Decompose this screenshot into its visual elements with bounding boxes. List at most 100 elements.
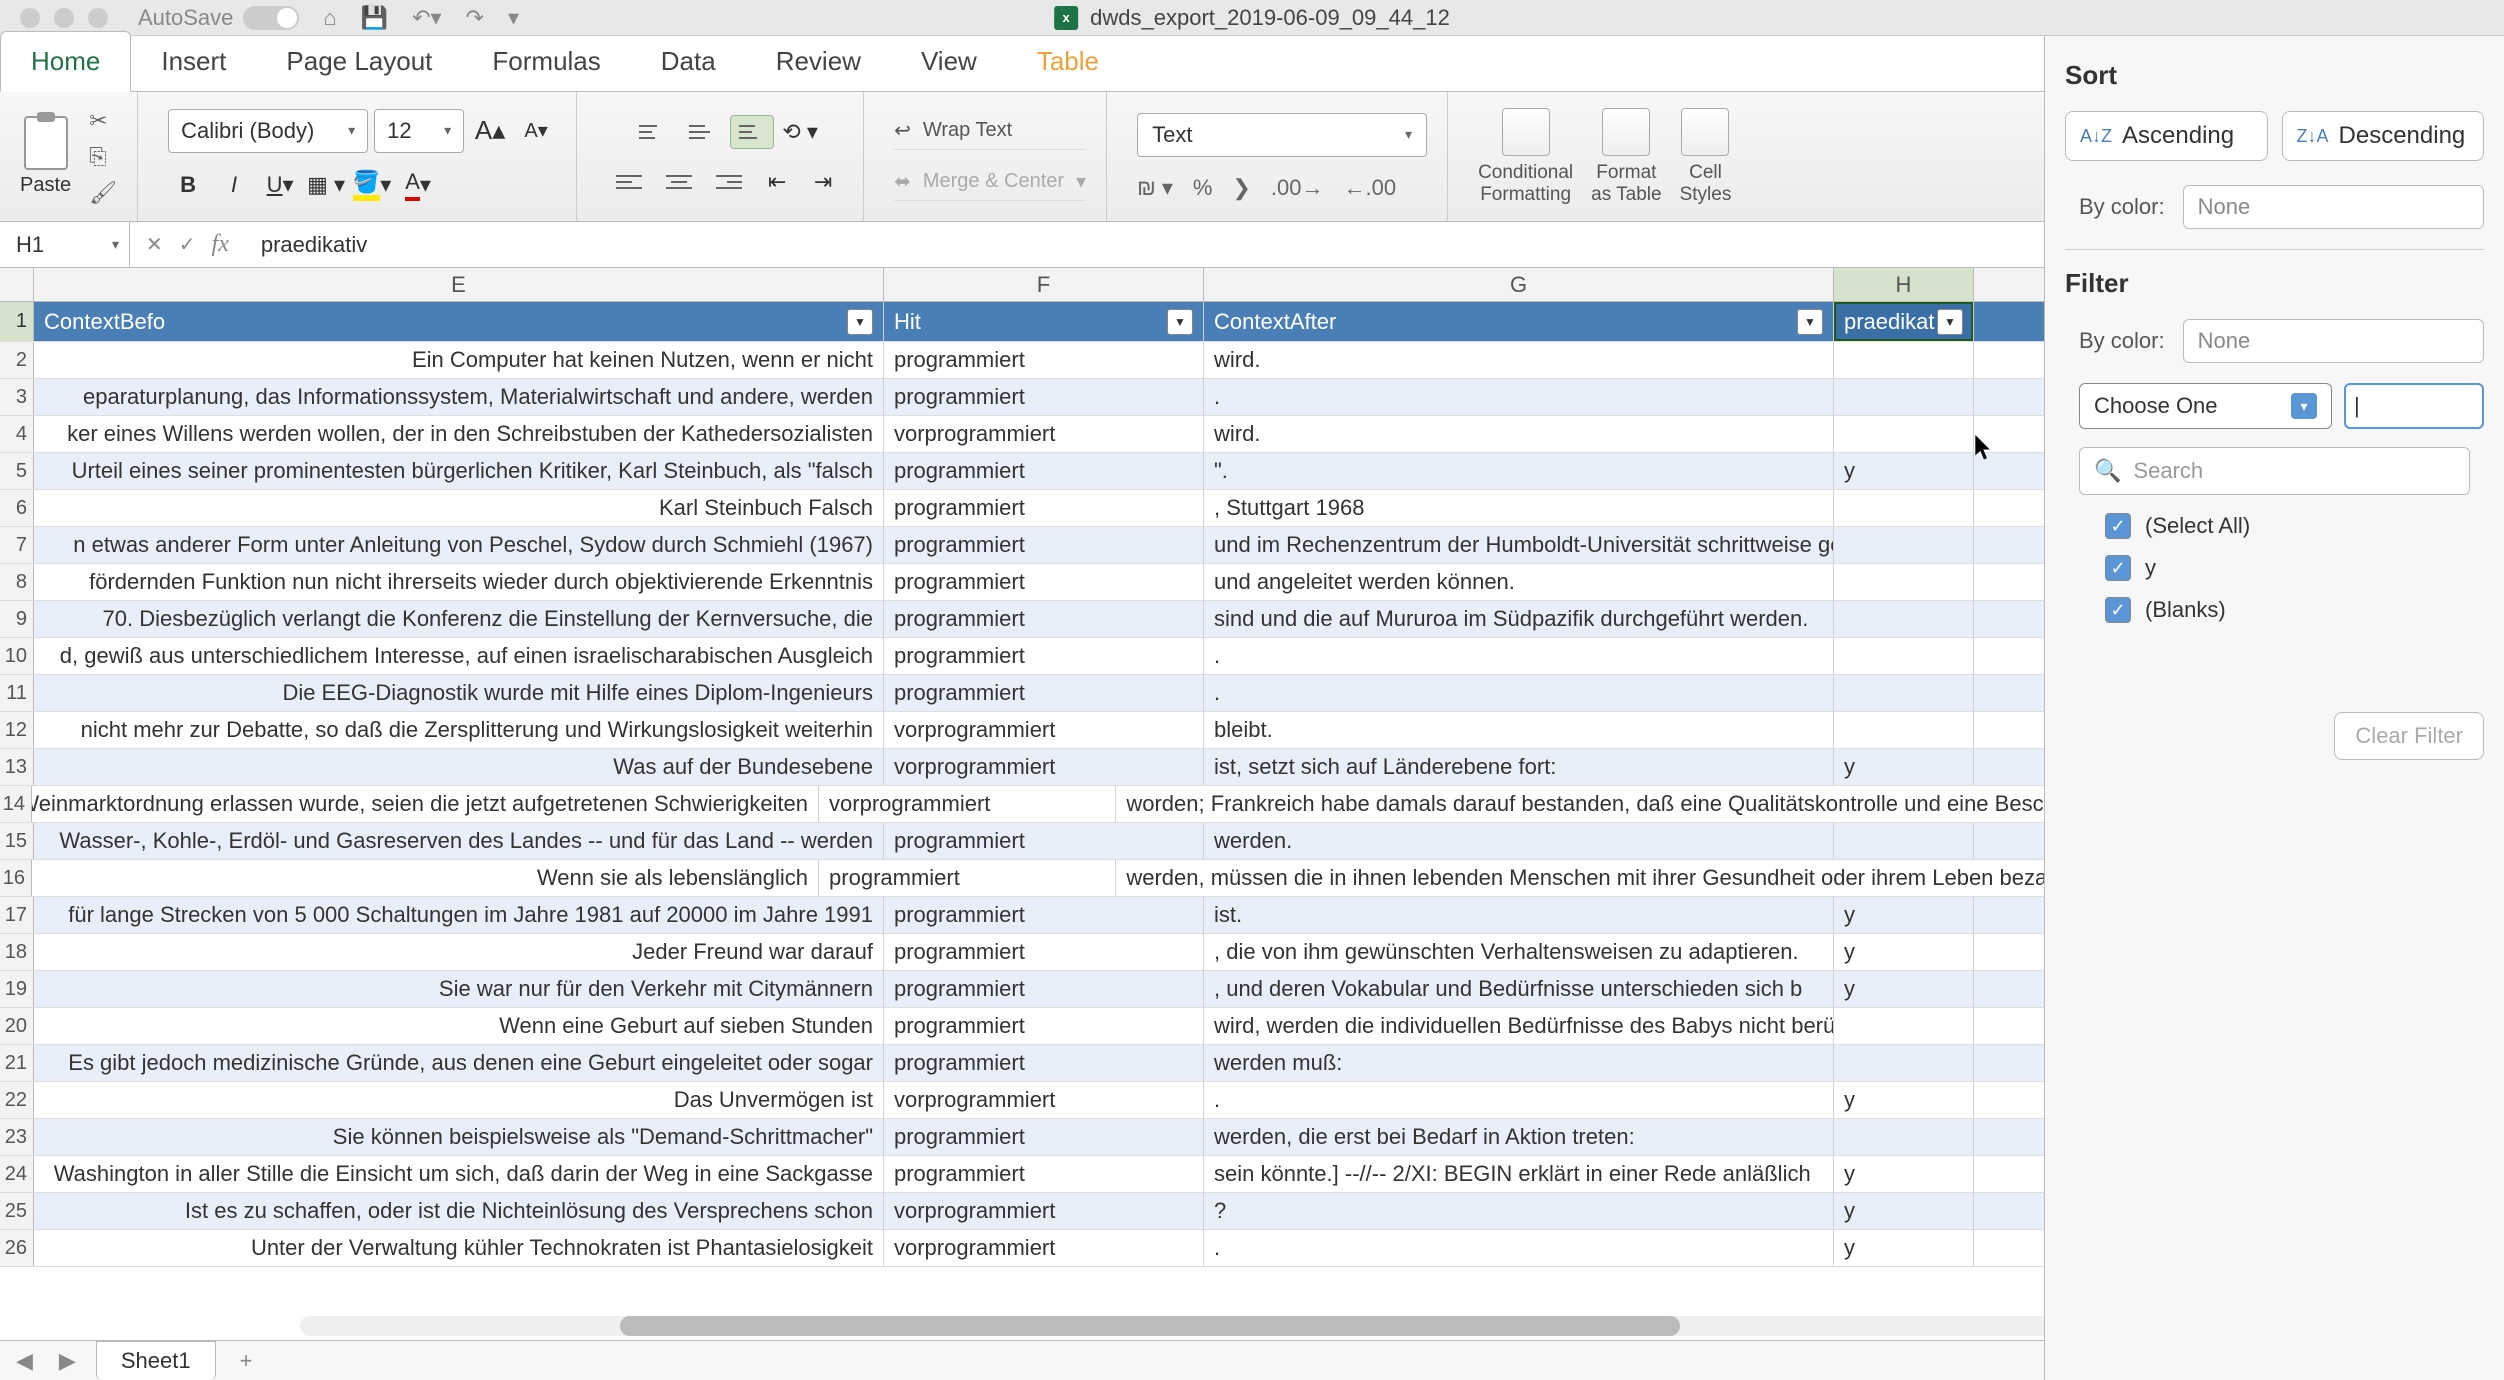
row-header[interactable]: 21: [0, 1045, 34, 1081]
cell[interactable]: [1834, 1045, 1974, 1081]
align-bottom[interactable]: [730, 115, 774, 149]
cell[interactable]: vorprogrammiert: [884, 1230, 1204, 1266]
autosave-toggle[interactable]: [243, 6, 299, 30]
cell[interactable]: wird.: [1204, 342, 1834, 378]
paste-button[interactable]: Paste: [20, 116, 71, 197]
cell[interactable]: Ein Computer hat keinen Nutzen, wenn er …: [34, 342, 884, 378]
cell[interactable]: werden muß:: [1204, 1045, 1834, 1081]
cell[interactable]: programmiert: [884, 601, 1204, 637]
cell[interactable]: programmiert: [884, 379, 1204, 415]
cell[interactable]: ker eines Willens werden wollen, der in …: [34, 416, 884, 452]
orientation-button[interactable]: ⟲ ▾: [780, 112, 820, 152]
sheet-tab-1[interactable]: Sheet1: [96, 1341, 216, 1380]
cell[interactable]: sind und die auf Mururoa im Südpazifik d…: [1204, 601, 1834, 637]
max-dot[interactable]: [88, 8, 108, 28]
cell[interactable]: programmiert: [819, 860, 1116, 896]
sheet-prev[interactable]: ◀: [10, 1348, 39, 1374]
cell[interactable]: wird.: [1204, 416, 1834, 452]
cell[interactable]: d, gewiß aus unterschiedlichem Interesse…: [34, 638, 884, 674]
cell[interactable]: [1834, 490, 1974, 526]
cell[interactable]: sein könnte.] --//-- 2/XI: BEGIN erklärt…: [1204, 1156, 1834, 1192]
cell[interactable]: y: [1834, 1230, 1974, 1266]
row-header[interactable]: 9: [0, 601, 34, 637]
cell[interactable]: e Weinmarktordnung erlassen wurde, seien…: [32, 786, 819, 822]
format-painter-icon[interactable]: 🖌: [89, 180, 117, 206]
cell[interactable]: programmiert: [884, 971, 1204, 1007]
cell[interactable]: vorprogrammiert: [884, 749, 1204, 785]
filter-search-input[interactable]: 🔍Search: [2079, 447, 2470, 495]
cell[interactable]: Sie können beispielsweise als "Demand-Sc…: [34, 1119, 884, 1155]
cell[interactable]: y: [1834, 1082, 1974, 1118]
bold-button[interactable]: B: [168, 165, 208, 205]
sheet-next[interactable]: ▶: [53, 1348, 82, 1374]
merge-button[interactable]: ⬌Merge & Center ▾: [894, 164, 1086, 201]
cell[interactable]: y: [1834, 934, 1974, 970]
cell[interactable]: , und deren Vokabular und Bedürfnisse un…: [1204, 971, 1834, 1007]
conditional-formatting-button[interactable]: Conditional Formatting: [1478, 108, 1573, 206]
row-header[interactable]: 8: [0, 564, 34, 600]
cell[interactable]: y: [1834, 453, 1974, 489]
header-praedikat[interactable]: praedikat▼: [1834, 302, 1974, 341]
col-header-g[interactable]: G: [1204, 268, 1834, 301]
row-header[interactable]: 20: [0, 1008, 34, 1044]
cell[interactable]: Washington in aller Stille die Einsicht …: [34, 1156, 884, 1192]
cell[interactable]: vorprogrammiert: [819, 786, 1116, 822]
row-header[interactable]: 25: [0, 1193, 34, 1229]
filter-dropdown-f[interactable]: ▼: [1167, 309, 1193, 335]
row-header[interactable]: 24: [0, 1156, 34, 1192]
cell[interactable]: Jeder Freund war darauf: [34, 934, 884, 970]
row-header[interactable]: 11: [0, 675, 34, 711]
name-box[interactable]: H1▾: [0, 222, 130, 267]
cell[interactable]: 70. Diesbezüglich verlangt die Konferenz…: [34, 601, 884, 637]
cell[interactable]: eparaturplanung, das Informationssystem,…: [34, 379, 884, 415]
clear-filter-button[interactable]: Clear Filter: [2334, 712, 2484, 760]
align-left[interactable]: [607, 165, 651, 199]
filter-dropdown-h[interactable]: ▼: [1937, 309, 1963, 335]
cell[interactable]: .: [1204, 1230, 1834, 1266]
cell[interactable]: ".: [1204, 453, 1834, 489]
italic-button[interactable]: I: [214, 165, 254, 205]
cell[interactable]: ist.: [1204, 897, 1834, 933]
cell[interactable]: [1834, 1119, 1974, 1155]
cell[interactable]: programmiert: [884, 1008, 1204, 1044]
dec-decimal-icon[interactable]: ←.00: [1344, 175, 1397, 201]
font-color-button[interactable]: A ▾: [398, 165, 438, 205]
copy-icon[interactable]: ⎘: [89, 144, 117, 170]
row-header[interactable]: 2: [0, 342, 34, 378]
tab-table[interactable]: Table: [1007, 32, 1129, 91]
cell[interactable]: Urteil eines seiner prominentesten bürge…: [34, 453, 884, 489]
cell[interactable]: [1834, 379, 1974, 415]
cell[interactable]: [1834, 527, 1974, 563]
filter-by-color-select[interactable]: None: [2183, 319, 2484, 363]
cell[interactable]: .: [1204, 638, 1834, 674]
header-hit[interactable]: Hit▼: [884, 302, 1204, 341]
tab-insert[interactable]: Insert: [131, 32, 256, 91]
indent-increase[interactable]: ⇥: [803, 162, 843, 202]
row-header[interactable]: 19: [0, 971, 34, 1007]
tab-review[interactable]: Review: [746, 32, 891, 91]
cell[interactable]: .: [1204, 1082, 1834, 1118]
select-all-corner[interactable]: [0, 268, 34, 301]
row-header[interactable]: 17: [0, 897, 34, 933]
filter-dropdown-e[interactable]: ▼: [847, 309, 873, 335]
cut-icon[interactable]: ✂: [89, 108, 117, 134]
cell[interactable]: bleibt.: [1204, 712, 1834, 748]
cell[interactable]: [1834, 564, 1974, 600]
cell[interactable]: y: [1834, 971, 1974, 1007]
filter-item-y[interactable]: ✓y: [2105, 555, 2484, 581]
cell[interactable]: [1834, 416, 1974, 452]
row-header[interactable]: 15: [0, 823, 34, 859]
add-sheet-button[interactable]: +: [230, 1348, 263, 1374]
fill-color-button[interactable]: 🪣 ▾: [352, 165, 392, 205]
enter-icon[interactable]: ✓: [179, 232, 196, 257]
font-size-select[interactable]: 12▾: [374, 109, 464, 153]
cell[interactable]: und angeleitet werden können.: [1204, 564, 1834, 600]
cell[interactable]: programmiert: [884, 527, 1204, 563]
cell[interactable]: Wenn eine Geburt auf sieben Stunden: [34, 1008, 884, 1044]
cell[interactable]: programmiert: [884, 1119, 1204, 1155]
align-middle[interactable]: [680, 115, 724, 149]
cell[interactable]: [1834, 712, 1974, 748]
shrink-font-icon[interactable]: A▾: [516, 111, 556, 151]
cell[interactable]: vorprogrammiert: [884, 1082, 1204, 1118]
header-contextbefore[interactable]: ContextBefo▼: [34, 302, 884, 341]
